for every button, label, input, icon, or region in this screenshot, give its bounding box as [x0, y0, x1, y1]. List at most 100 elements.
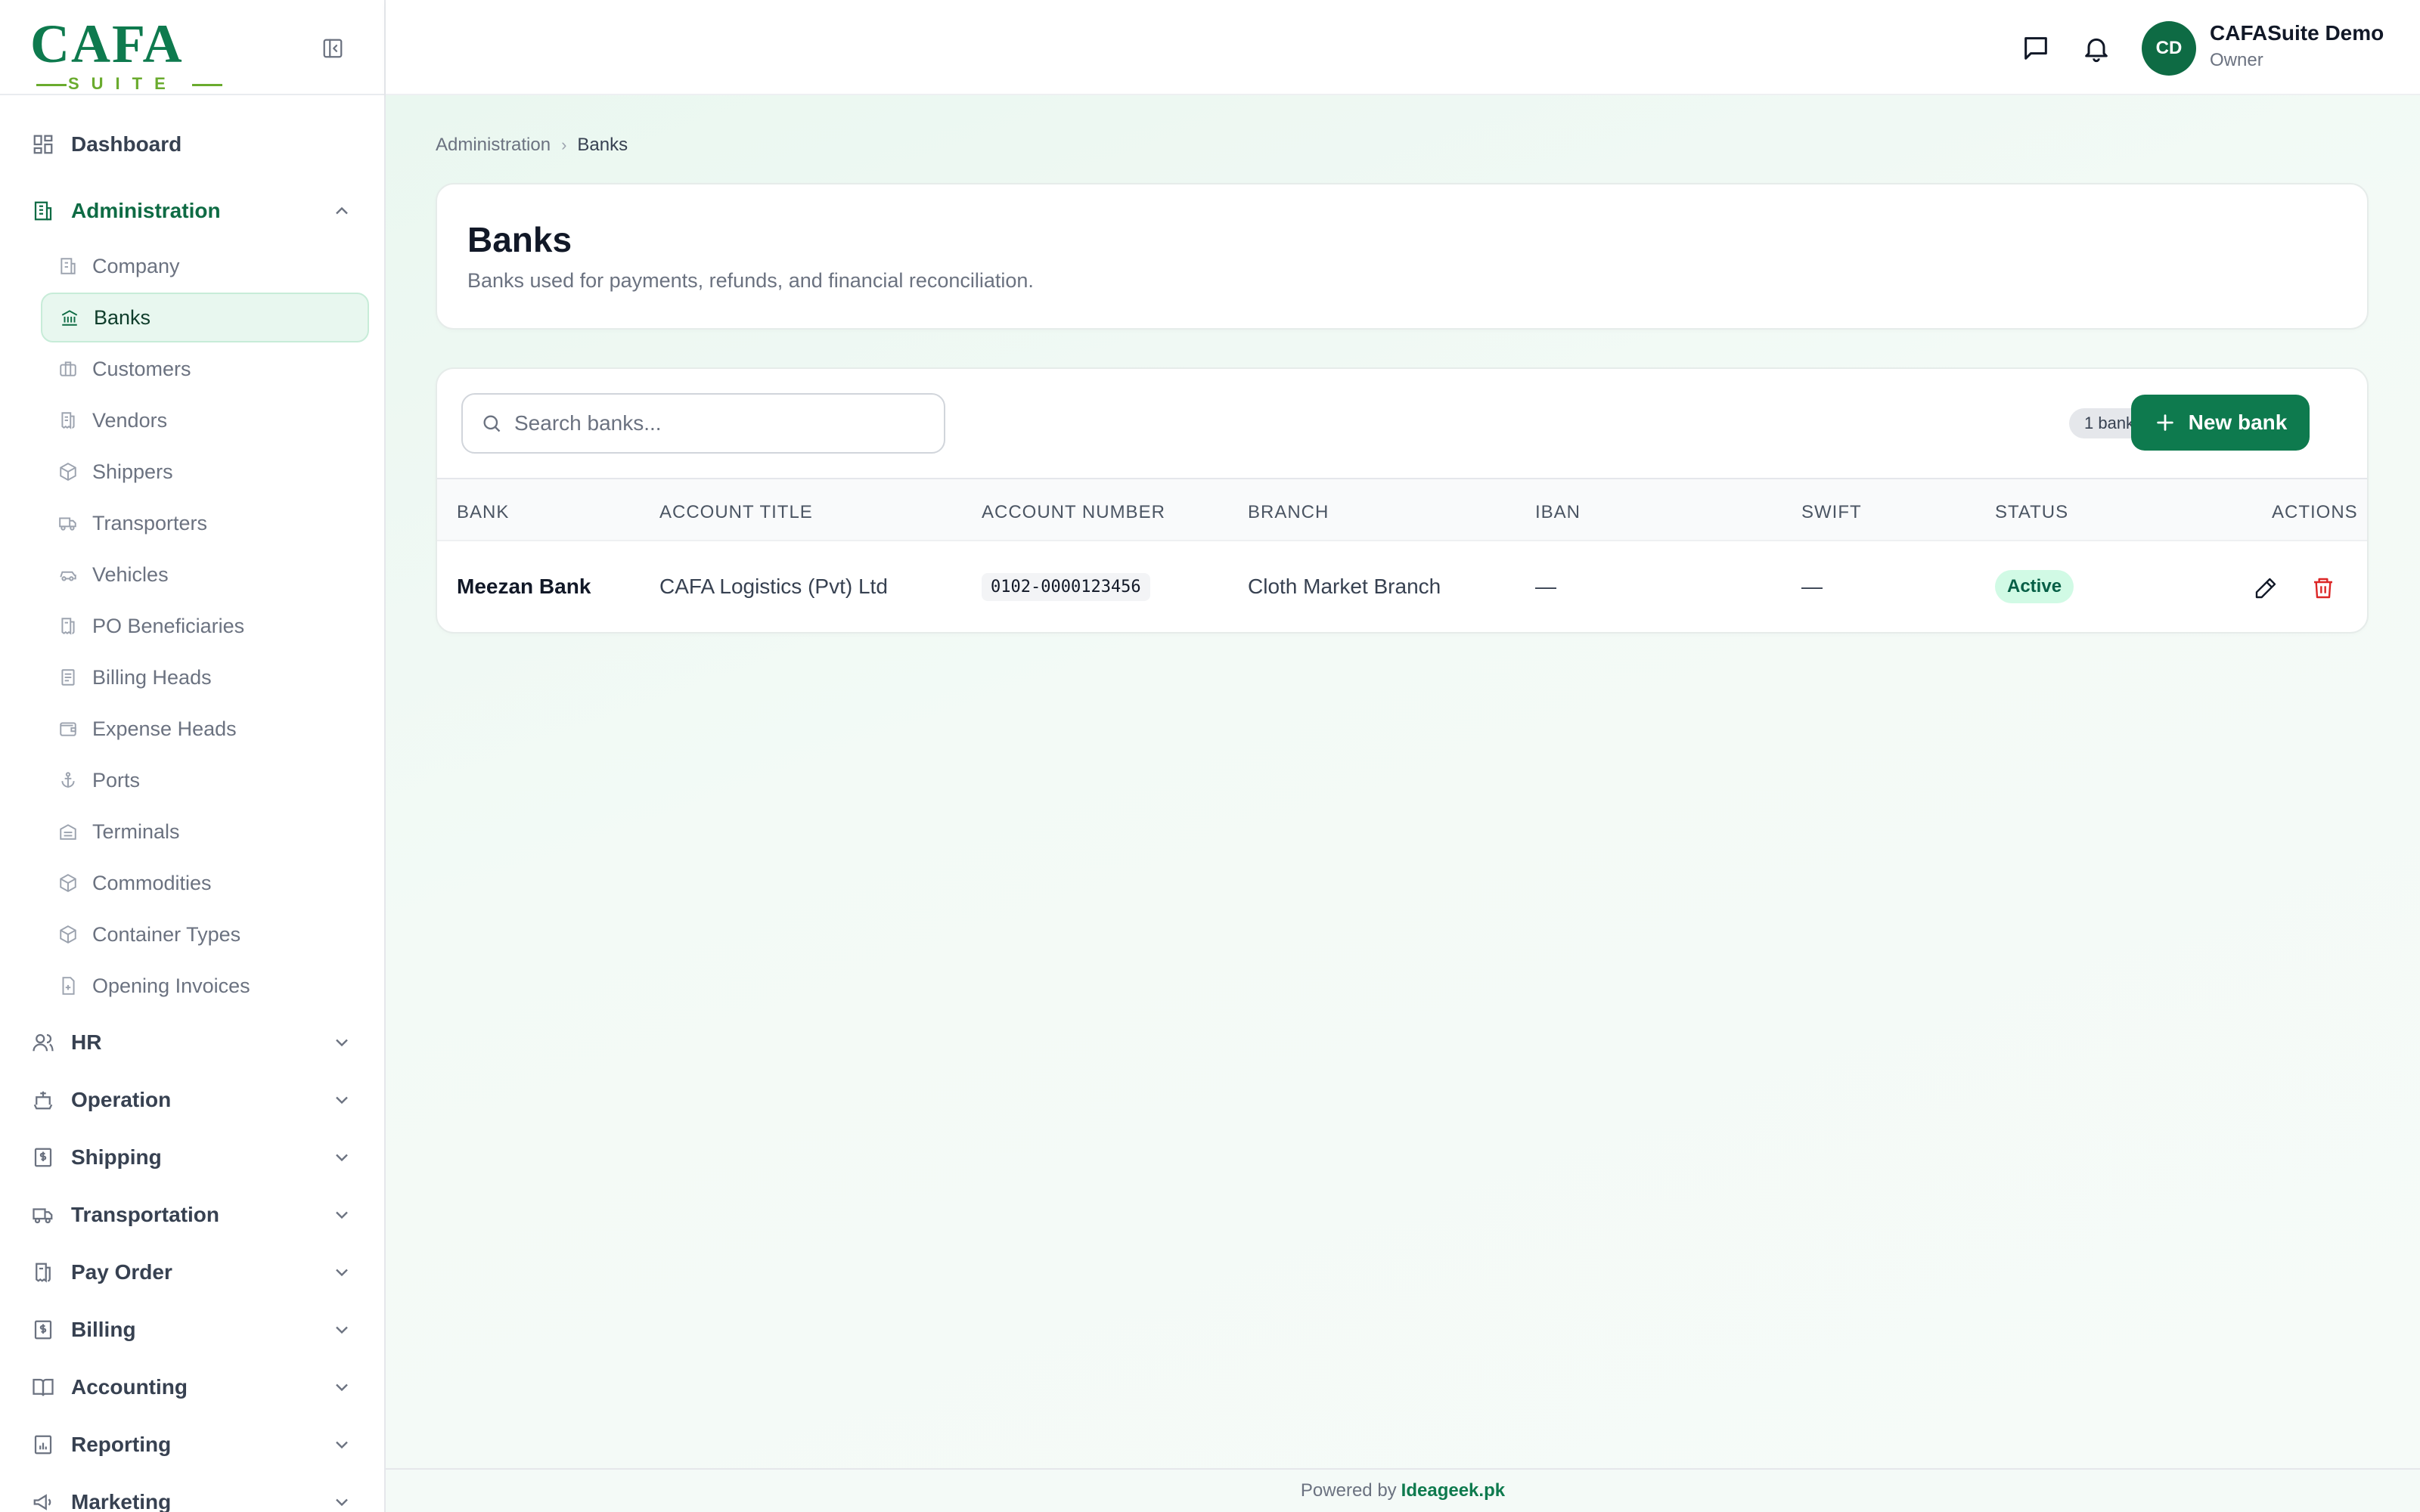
banks-table-card: 1 bank New bank BANK ACCOUNT TITLE ACCOU… [436, 367, 2369, 634]
column-header-branch[interactable]: BRANCH [1248, 502, 1329, 523]
sidebar-item-label: Pay Order [71, 1260, 172, 1284]
users-icon [30, 1030, 56, 1055]
topbar: CD CAFASuite Demo Owner [386, 0, 2420, 95]
sidebar-item-vendors[interactable]: Vendors [41, 395, 369, 445]
column-header-bank[interactable]: BANK [457, 502, 509, 523]
user-name[interactable]: CAFASuite Demo [2210, 21, 2384, 45]
dollar-doc-icon [30, 1317, 56, 1343]
column-header-actions: ACTIONS [2272, 502, 2358, 522]
chevron-right-icon: › [561, 135, 567, 154]
document-icon [56, 665, 80, 689]
sidebar-item-label: Opening Invoices [92, 974, 250, 997]
sidebar-item-label: Marketing [71, 1490, 172, 1512]
sidebar-item-shipping[interactable]: Shipping [30, 1136, 363, 1179]
sidebar-item-dashboard[interactable]: Dashboard [30, 123, 363, 166]
search-icon [479, 411, 504, 435]
sidebar-item-transporters[interactable]: Transporters [41, 498, 369, 548]
column-header-iban[interactable]: IBAN [1535, 502, 1581, 523]
sidebar-item-billing[interactable]: Billing [30, 1309, 363, 1351]
sidebar-item-label: Commodities [92, 871, 212, 894]
sidebar-item-accounting[interactable]: Accounting [30, 1366, 363, 1408]
book-icon [30, 1374, 56, 1400]
sidebar-item-label: Transporters [92, 511, 208, 534]
cell-branch: Cloth Market Branch [1248, 575, 1441, 598]
bank-icon [57, 305, 82, 330]
chevron-down-icon [336, 1154, 348, 1162]
sidebar: CAFA SUITE Dashboard Administration Comp… [0, 0, 386, 1512]
notifications-button[interactable] [2080, 32, 2113, 65]
package-icon [56, 871, 80, 895]
car-icon [56, 562, 80, 587]
sidebar-item-label: Operation [71, 1088, 172, 1111]
sidebar-item-po-beneficiaries[interactable]: PO Beneficiaries [41, 601, 369, 651]
dollar-doc-icon [30, 1145, 56, 1170]
table-row[interactable]: Meezan Bank CAFA Logistics (Pvt) Ltd 010… [437, 541, 2367, 632]
sidebar-item-label: Terminals [92, 820, 180, 843]
chevron-down-icon [336, 1039, 348, 1047]
sidebar-item-shippers[interactable]: Shippers [41, 447, 369, 497]
sidebar-item-label: Billing Heads [92, 665, 212, 689]
chevron-down-icon [336, 1383, 348, 1392]
sidebar-item-operation[interactable]: Operation [30, 1079, 363, 1121]
building-icon [56, 254, 80, 278]
page-title: Banks [467, 220, 572, 259]
new-bank-button[interactable]: New bank [2131, 395, 2310, 451]
sidebar-item-label: Expense Heads [92, 717, 237, 740]
column-header-swift[interactable]: SWIFT [1801, 502, 1862, 523]
sidebar-item-pay-order[interactable]: Pay Order [30, 1251, 363, 1294]
megaphone-icon [30, 1489, 56, 1512]
delete-button[interactable] [2308, 573, 2338, 603]
sidebar-item-hr[interactable]: HR [30, 1021, 363, 1064]
sidebar-item-opening-invoices[interactable]: Opening Invoices [41, 961, 369, 1011]
sidebar-item-customers[interactable]: Customers [41, 344, 369, 394]
avatar[interactable]: CD [2142, 21, 2196, 76]
package-icon [56, 922, 80, 947]
bell-icon [2085, 38, 2108, 63]
footer-link[interactable]: Ideageek.pk [1401, 1480, 1505, 1501]
receipt-icon [30, 1259, 56, 1285]
sidebar-item-transportation[interactable]: Transportation [30, 1194, 363, 1236]
sidebar-item-company[interactable]: Company [41, 241, 369, 291]
logo-area: CAFA SUITE [0, 0, 384, 95]
status-badge: Active [1995, 570, 2074, 603]
sidebar-item-banks[interactable]: Banks [41, 293, 369, 342]
sidebar-item-reporting[interactable]: Reporting [30, 1424, 363, 1466]
pencil-icon [2255, 578, 2276, 599]
column-header-status[interactable]: STATUS [1995, 502, 2068, 523]
sidebar-item-terminals[interactable]: Terminals [41, 807, 369, 857]
sidebar-item-label: Vehicles [92, 562, 169, 586]
breadcrumb-current: Banks [577, 135, 628, 155]
sidebar-item-ports[interactable]: Ports [41, 755, 369, 805]
sidebar-item-label: PO Beneficiaries [92, 614, 245, 637]
sidebar-item-label: Shipping [71, 1145, 162, 1169]
column-header-account-title[interactable]: ACCOUNT TITLE [659, 502, 813, 523]
sidebar-item-commodities[interactable]: Commodities [41, 858, 369, 908]
sidebar-item-vehicles[interactable]: Vehicles [41, 550, 369, 600]
column-header-account-number[interactable]: ACCOUNT NUMBER [982, 502, 1165, 523]
sidebar-item-marketing[interactable]: Marketing [30, 1481, 363, 1512]
collapse-sidebar-button[interactable] [318, 35, 348, 62]
cell-account-title: CAFA Logistics (Pvt) Ltd [659, 575, 888, 598]
app-logo[interactable]: CAFA SUITE [30, 17, 222, 92]
sidebar-item-container-types[interactable]: Container Types [41, 909, 369, 959]
chevron-down-icon [336, 1441, 348, 1449]
chevron-down-icon [336, 1498, 348, 1507]
messages-button[interactable] [2019, 32, 2052, 65]
sidebar-item-expense-heads[interactable]: Expense Heads [41, 704, 369, 754]
cell-iban: — [1535, 575, 1556, 598]
ship-icon [30, 1087, 56, 1113]
receipt-icon [56, 614, 80, 638]
sidebar-item-label: Banks [94, 305, 151, 329]
sidebar-item-administration[interactable]: Administration [30, 190, 363, 232]
search-input[interactable] [514, 411, 923, 435]
edit-button[interactable] [2251, 573, 2281, 603]
cell-bank: Meezan Bank [457, 575, 591, 598]
footer-prefix: Powered by [1300, 1480, 1397, 1501]
sidebar-item-billing-heads[interactable]: Billing Heads [41, 652, 369, 702]
sidebar-collapse-icon [323, 39, 343, 58]
truck-icon [56, 511, 80, 535]
breadcrumb-parent[interactable]: Administration [436, 135, 551, 156]
receipt-icon [56, 408, 80, 432]
sidebar-item-label: HR [71, 1030, 102, 1054]
chevron-down-icon [336, 1269, 348, 1277]
